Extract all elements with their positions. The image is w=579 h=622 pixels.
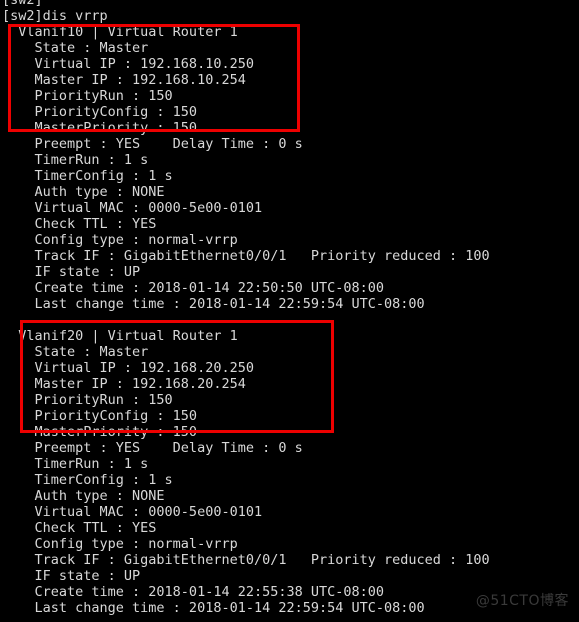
terminal-line: Vlanif20 | Virtual Router 1 — [2, 328, 238, 344]
terminal-line: Preempt : YES Delay Time : 0 s — [2, 440, 303, 456]
terminal-line: Master IP : 192.168.10.254 — [2, 72, 246, 88]
terminal-window[interactable]: [sw2] [sw2]dis vrrp Vlanif10 | Virtual Ro… — [0, 0, 579, 622]
terminal-line: TimerRun : 1 s — [2, 152, 149, 168]
terminal-line: TimerConfig : 1 s — [2, 168, 173, 184]
terminal-line: Virtual IP : 192.168.10.250 — [2, 56, 254, 72]
terminal-line: Master IP : 192.168.20.254 — [2, 376, 246, 392]
terminal-output: [sw2] [sw2]dis vrrp Vlanif10 | Virtual Ro… — [0, 0, 579, 616]
terminal-line: MasterPriority : 150 — [2, 120, 198, 136]
terminal-line: TimerConfig : 1 s — [2, 472, 173, 488]
terminal-line: Virtual MAC : 0000-5e00-0101 — [2, 200, 263, 216]
terminal-line: State : Master — [2, 40, 149, 56]
terminal-line: TimerRun : 1 s — [2, 456, 149, 472]
terminal-line: [sw2] — [2, 0, 43, 8]
terminal-line: Config type : normal-vrrp — [2, 232, 238, 248]
terminal-line: Preempt : YES Delay Time : 0 s — [2, 136, 303, 152]
terminal-line: Track IF : GigabitEthernet0/0/1 Priority… — [2, 248, 490, 264]
terminal-line: Vlanif10 | Virtual Router 1 — [2, 24, 238, 40]
terminal-line: IF state : UP — [2, 568, 141, 584]
terminal-line: Virtual IP : 192.168.20.250 — [2, 360, 254, 376]
terminal-line: Create time : 2018-01-14 22:50:50 UTC-08… — [2, 280, 385, 296]
terminal-line: PriorityRun : 150 — [2, 88, 173, 104]
terminal-line: Config type : normal-vrrp — [2, 536, 238, 552]
watermark-label: @51CTO博客 — [475, 593, 569, 609]
terminal-line: PriorityConfig : 150 — [2, 408, 198, 424]
terminal-line: PriorityConfig : 150 — [2, 104, 198, 120]
terminal-line: MasterPriority : 150 — [2, 424, 198, 440]
terminal-line: Last change time : 2018-01-14 22:59:54 U… — [2, 296, 425, 312]
terminal-line: Track IF : GigabitEthernet0/0/1 Priority… — [2, 552, 490, 568]
terminal-line: Check TTL : YES — [2, 216, 157, 232]
terminal-line: Check TTL : YES — [2, 520, 157, 536]
terminal-line: [sw2]dis vrrp — [2, 8, 108, 24]
terminal-line: IF state : UP — [2, 264, 141, 280]
terminal-line: PriorityRun : 150 — [2, 392, 173, 408]
terminal-line: Auth type : NONE — [2, 184, 165, 200]
terminal-line: Virtual MAC : 0000-5e00-0101 — [2, 504, 263, 520]
terminal-line: State : Master — [2, 344, 149, 360]
terminal-line: Auth type : NONE — [2, 488, 165, 504]
